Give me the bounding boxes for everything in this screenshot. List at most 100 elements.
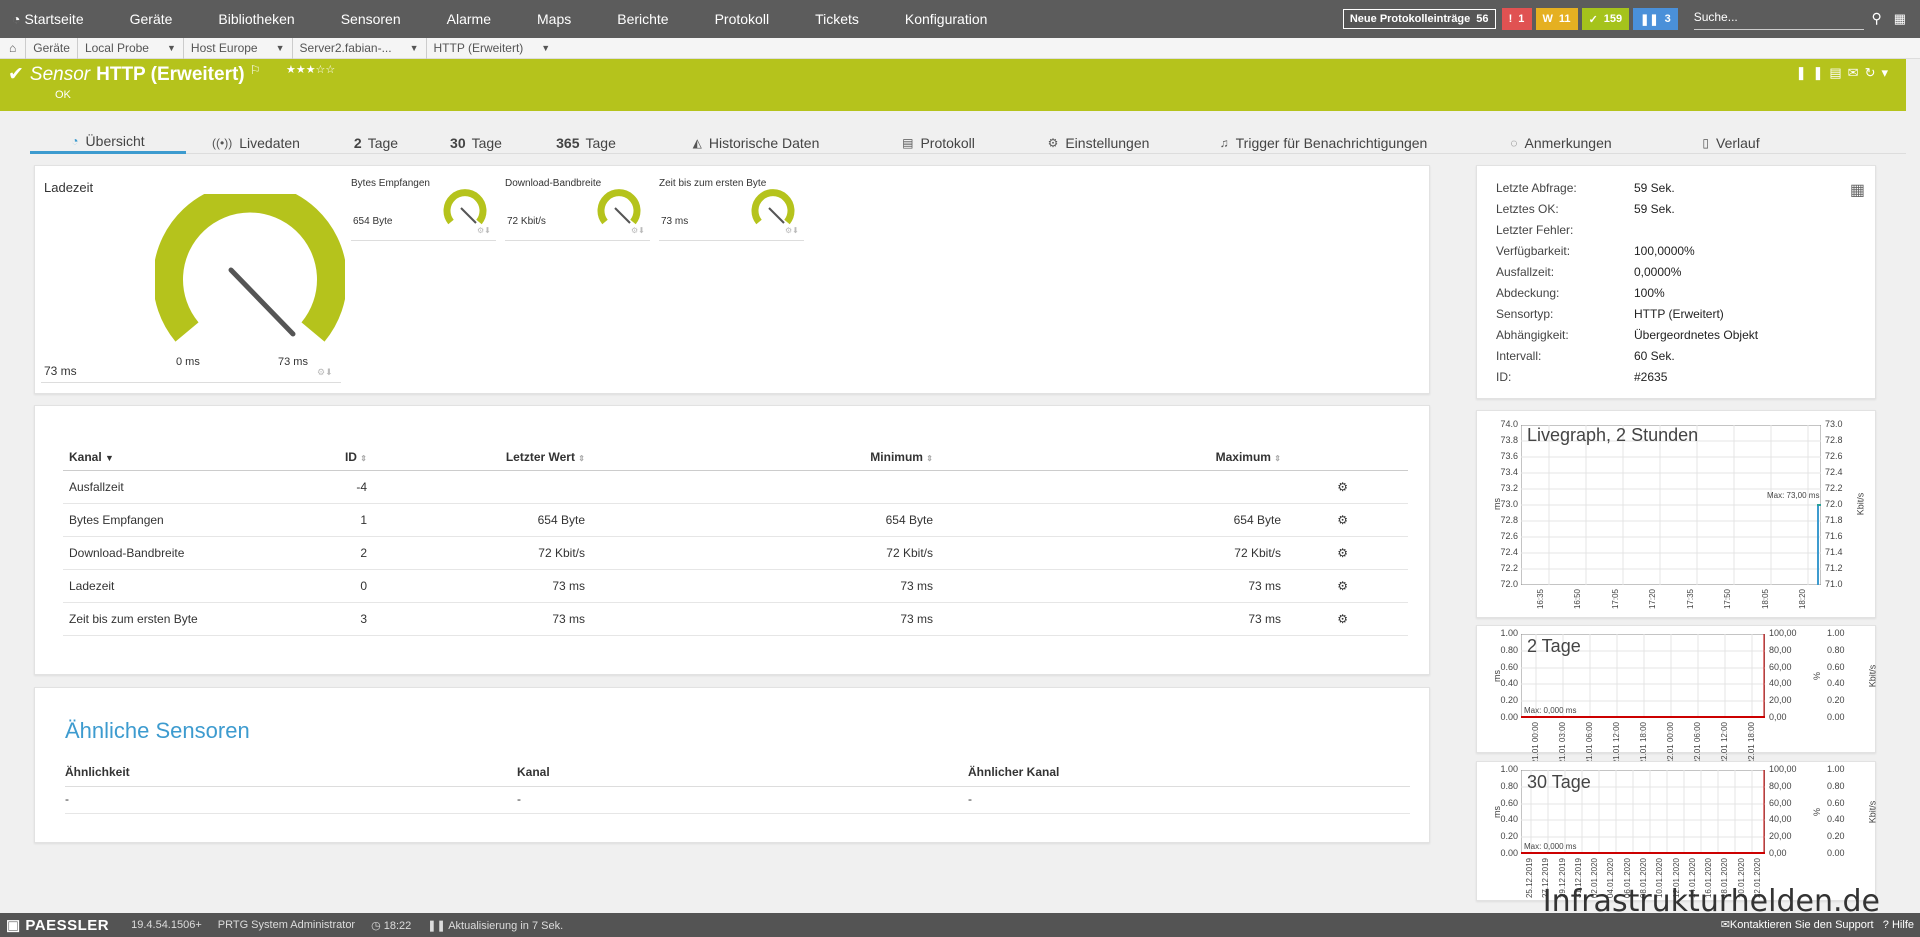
nav-maps[interactable]: Maps: [514, 0, 594, 38]
axis-tick-label: 0.00: [1500, 848, 1518, 858]
priority-stars[interactable]: ★★★☆☆: [286, 64, 335, 76]
mini-gauge-tools[interactable]: ⚙⬇: [785, 226, 799, 235]
nav-geraete[interactable]: Geräte: [107, 0, 196, 38]
graph-2-days-panel[interactable]: 2 Tage Max: 0,000 ms 1.00 0.80 0.60 0.40 0.2…: [1476, 625, 1877, 764]
channel-max: 73 ms: [939, 569, 1287, 603]
col-minimum[interactable]: Minimum ⇕: [591, 444, 939, 471]
channel-settings-icon[interactable]: ⚙: [1287, 602, 1408, 636]
channel-min: 73 ms: [591, 602, 939, 636]
col-id[interactable]: ID ⇕: [323, 444, 373, 471]
alarm-badge-up[interactable]: ✓ 159: [1581, 8, 1630, 30]
axis-tick-label: 20,00: [1769, 695, 1792, 706]
alarm-badge-down[interactable]: ! 1: [1501, 8, 1532, 30]
axis-tick-label: 22.01 06:00: [1693, 722, 1703, 765]
nav-berichte[interactable]: Berichte: [594, 0, 691, 38]
col-letzter-wert[interactable]: Letzter Wert ⇕: [373, 444, 591, 471]
similar-cell: -: [968, 792, 972, 806]
channel-last: [373, 470, 591, 504]
chevron-down-icon[interactable]: ▼: [276, 43, 285, 53]
chevron-down-icon[interactable]: ▾: [1881, 65, 1894, 80]
breadcrumb-geraete[interactable]: Geräte: [26, 37, 78, 59]
channel-settings-icon[interactable]: ⚙: [1287, 536, 1408, 570]
tab-verlauf[interactable]: ▯ Verlauf: [1661, 131, 1801, 154]
axis-tick-label: 40,00: [1769, 814, 1792, 825]
livegraph-panel[interactable]: Livegraph, 2 Stunden Max: 73,00 ms 74.0 7…: [1476, 410, 1876, 618]
report-icon[interactable]: ▤: [1829, 65, 1847, 80]
axis-tick-label: 21.01 18:00: [1639, 722, 1648, 765]
channel-id: 3: [323, 602, 373, 636]
mini-gauge-value: 73 ms: [661, 216, 689, 227]
breadcrumb-device[interactable]: Server2.fabian-... ▼: [293, 37, 427, 59]
channel-name[interactable]: Zeit bis zum ersten Byte: [63, 602, 323, 636]
channel-name[interactable]: Ladezeit: [63, 569, 323, 603]
chevron-down-icon[interactable]: ▼: [541, 43, 550, 53]
table-row[interactable]: Ausfallzeit -4 ⚙: [63, 470, 1408, 504]
mini-gauge-tools[interactable]: ⚙⬇: [631, 226, 645, 235]
search-input[interactable]: Suche... ⚲: [1693, 8, 1882, 30]
chevron-down-icon[interactable]: ▼: [410, 43, 419, 53]
tab-30-tage[interactable]: 30 Tage: [426, 131, 526, 154]
tab-anmerkungen[interactable]: ◌ Anmerkungen: [1461, 131, 1661, 154]
nav-bibliotheken[interactable]: Bibliotheken: [195, 0, 317, 38]
user-link[interactable]: PRTG System Administrator: [218, 919, 355, 931]
similar-sensors-title: Ähnliche Sensoren: [65, 718, 250, 743]
mini-gauge-bandwidth[interactable]: Download-Bandbreite 72 Kbit/s ⚙⬇: [505, 178, 655, 244]
tab-365-tage[interactable]: 365 Tage: [526, 131, 646, 154]
col-maximum[interactable]: Maximum ⇕: [939, 444, 1287, 471]
gear-icon: ⚙: [1047, 135, 1059, 150]
alarm-badge-warning[interactable]: W 11: [1535, 8, 1578, 30]
table-row[interactable]: Zeit bis zum ersten Byte 3 73 ms 73 ms 7…: [63, 602, 1408, 636]
tab-einstellungen[interactable]: ⚙ Einstellungen: [1011, 131, 1186, 154]
breadcrumb-home-icon[interactable]: ⌂: [0, 37, 27, 59]
main-gauge-tools[interactable]: ⚙⬇: [317, 367, 333, 378]
tab-livedaten[interactable]: ((•)) Livedaten: [186, 131, 326, 154]
new-log-entries-button[interactable]: Neue Protokolleinträge 56: [1342, 9, 1496, 29]
refresh-status[interactable]: ❚❚ Aktualisierung in 7 Sek.: [427, 919, 563, 932]
axis-tick-label: 17:50: [1723, 589, 1733, 610]
table-row[interactable]: Bytes Empfangen 1 654 Byte 654 Byte 654 …: [63, 503, 1408, 537]
mail-icon[interactable]: ✉: [1848, 65, 1865, 80]
flag-icon[interactable]: ⚐: [250, 63, 261, 77]
channel-name[interactable]: Ausfallzeit: [63, 470, 323, 504]
search-icon[interactable]: ⚲: [1871, 10, 1881, 27]
nav-sensoren[interactable]: Sensoren: [318, 0, 424, 38]
channel-name[interactable]: Bytes Empfangen: [63, 503, 323, 537]
tab-2-tage[interactable]: 2 Tage: [326, 131, 426, 154]
table-row[interactable]: Download-Bandbreite 2 72 Kbit/s 72 Kbit/…: [63, 536, 1408, 570]
channel-settings-icon[interactable]: ⚙: [1287, 503, 1408, 537]
breadcrumb-local-probe[interactable]: Local Probe ▼: [78, 37, 184, 59]
check-icon: ✓: [1588, 13, 1598, 26]
apps-grid-icon[interactable]: ▦: [1894, 11, 1906, 27]
mini-gauge-tools[interactable]: ⚙⬇: [477, 226, 491, 235]
paessler-logo[interactable]: ▣ PAESSLER: [0, 916, 109, 934]
refresh-icon[interactable]: ↻: [1865, 65, 1882, 80]
channel-max: 73 ms: [939, 602, 1287, 636]
qr-code-icon[interactable]: ▦: [1850, 180, 1865, 200]
nav-protokoll[interactable]: Protokoll: [692, 0, 792, 38]
mini-gauge-ttfb[interactable]: Zeit bis zum ersten Byte 73 ms ⚙⬇: [659, 178, 809, 244]
table-row[interactable]: Ladezeit 0 73 ms 73 ms 73 ms ⚙: [63, 569, 1408, 603]
axis-tick-label: 72.2: [1825, 483, 1843, 493]
tab-trigger[interactable]: ♫ Trigger für Benachrichtigungen: [1186, 131, 1461, 154]
tab-uebersicht[interactable]: ◔ Übersicht: [30, 131, 186, 154]
alarm-badge-paused[interactable]: ❚❚ 3: [1633, 8, 1678, 30]
pause-icon[interactable]: ❚❚: [1796, 65, 1830, 80]
tab-protokoll[interactable]: ▤ Protokoll: [866, 131, 1011, 154]
nav-konfiguration[interactable]: Konfiguration: [882, 0, 1011, 38]
support-link[interactable]: ✉Kontaktieren Sie den Support: [1721, 919, 1874, 931]
channel-max: 654 Byte: [939, 503, 1287, 537]
nav-alarme[interactable]: Alarme: [424, 0, 514, 38]
col-kanal[interactable]: Kanal ▼: [63, 444, 323, 471]
tab-historische-daten[interactable]: ◭ Historische Daten: [646, 131, 866, 154]
help-link[interactable]: ? Hilfe: [1883, 919, 1914, 931]
nav-startseite[interactable]: ◔ Startseite: [0, 0, 107, 38]
channel-settings-icon[interactable]: ⚙: [1287, 470, 1408, 504]
channel-settings-icon[interactable]: ⚙: [1287, 569, 1408, 603]
graph-30-days-panel[interactable]: 30 Tage Max: 0,000 ms 1.00 0.80 0.60 0.40 0.…: [1476, 761, 1877, 901]
breadcrumb-sensor[interactable]: HTTP (Erweitert) ▼: [427, 38, 558, 59]
channel-name[interactable]: Download-Bandbreite: [63, 536, 323, 570]
breadcrumb-group[interactable]: Host Europe ▼: [184, 37, 293, 59]
nav-tickets[interactable]: Tickets: [792, 0, 882, 38]
mini-gauge-bytes[interactable]: Bytes Empfangen 654 Byte ⚙⬇: [351, 178, 501, 244]
chevron-down-icon[interactable]: ▼: [167, 43, 176, 53]
